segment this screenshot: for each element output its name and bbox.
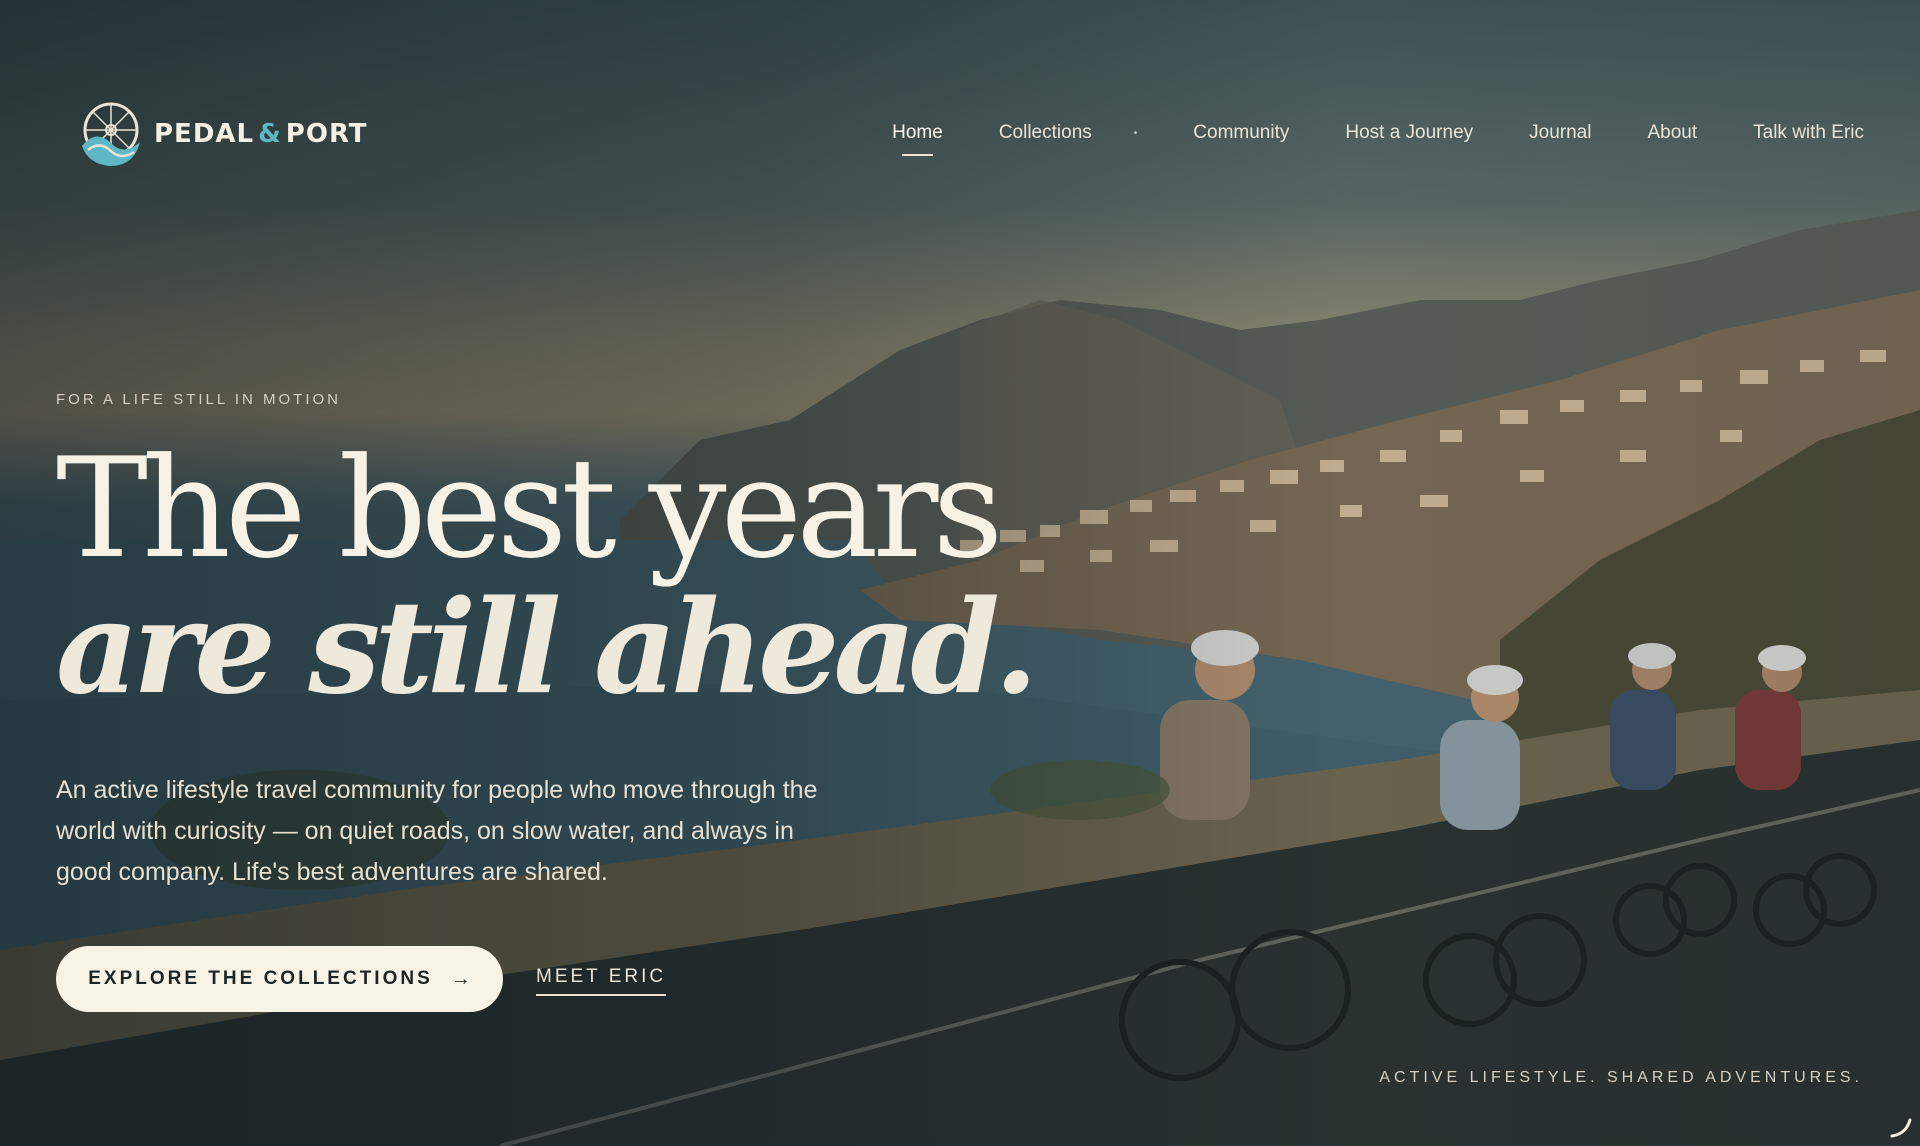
nav-collections-label: Collections (998, 122, 1092, 143)
wheel-wave-logo-icon (82, 102, 140, 166)
hero-headline: The best years are still ahead. (56, 428, 1038, 723)
brand-name-left: PEDAL (154, 119, 255, 149)
headline-line-2: are still ahead. (56, 573, 1038, 723)
dropdown-dot-icon: • (1133, 127, 1138, 139)
nav-home[interactable]: Home (892, 122, 943, 156)
nav-host-a-journey[interactable]: Host a Journey (1345, 122, 1473, 144)
nav-journal[interactable]: Journal (1529, 122, 1591, 144)
brand-ampersand: & (258, 119, 282, 149)
explore-collections-label: EXPLORE THE COLLECTIONS (88, 968, 433, 989)
brand-logo[interactable]: PEDAL & PORT (78, 98, 368, 170)
meet-eric-link[interactable]: MEET ERIC (536, 966, 667, 996)
hero-tagline: ACTIVE LIFESTYLE. SHARED ADVENTURES. (1379, 1069, 1863, 1086)
loading-spinner-icon (1890, 1118, 1912, 1138)
nav-talk-with-eric[interactable]: Talk with Eric (1753, 122, 1864, 144)
hero-eyebrow: FOR A LIFE STILL IN MOTION (56, 391, 341, 408)
nav-about[interactable]: About (1647, 122, 1697, 144)
nav-community[interactable]: Community (1193, 122, 1289, 144)
nav-collections[interactable]: Collections • (999, 122, 1137, 144)
hero-section: PEDAL & PORT Home Collections • Community H… (0, 0, 1920, 1146)
arrow-right-icon: → (450, 967, 471, 990)
brand-name: PEDAL & PORT (154, 119, 368, 149)
main-navigation: Home Collections • Community Host a Journ… (892, 122, 1864, 156)
brand-name-right: PORT (285, 119, 368, 149)
hero-description: An active lifestyle travel community for… (56, 776, 818, 886)
explore-collections-button[interactable]: EXPLORE THE COLLECTIONS → (56, 946, 503, 1012)
headline-line-1: The best years (56, 428, 1003, 589)
